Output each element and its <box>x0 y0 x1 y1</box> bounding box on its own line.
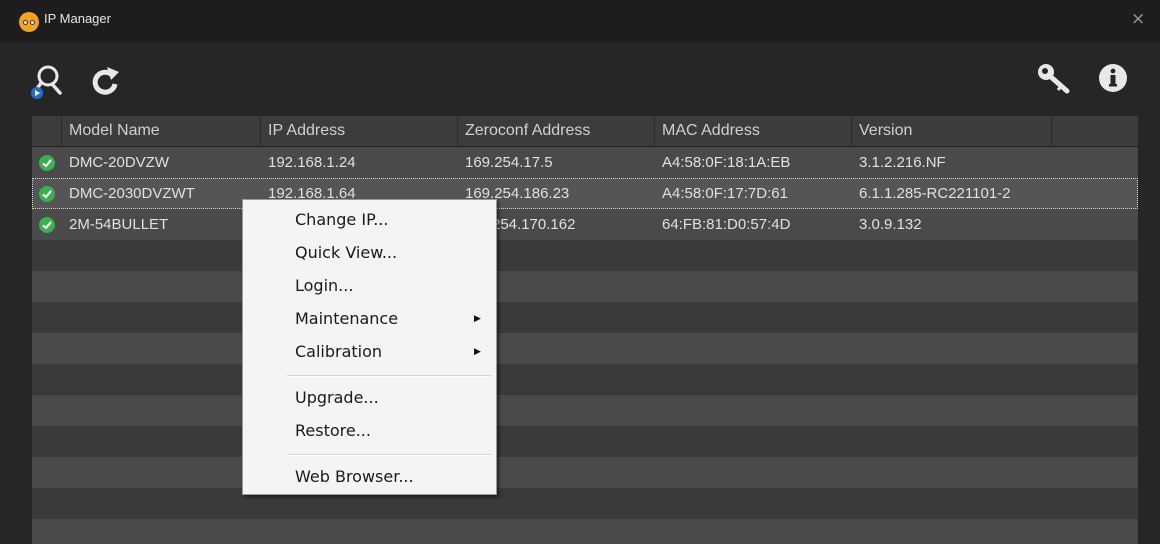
refresh-button[interactable] <box>89 64 121 98</box>
cell-mac-address: A4:58:0F:18:1A:EB <box>662 154 791 171</box>
header-model-name[interactable]: Model Name <box>62 116 261 146</box>
table-header: Model Name IP Address Zeroconf Address M… <box>32 116 1138 147</box>
menu-item-restore[interactable]: Restore... <box>243 416 496 446</box>
refresh-icon <box>92 67 119 95</box>
key-icon <box>1038 64 1070 94</box>
cell-version: 6.1.1.285-RC221101-2 <box>859 185 1011 202</box>
header-ip-address[interactable]: IP Address <box>261 116 458 146</box>
menu-item-change-ip[interactable]: Change IP... <box>243 205 496 235</box>
menu-item-upgrade[interactable]: Upgrade... <box>243 383 496 413</box>
app-logo-icon <box>19 12 39 32</box>
menu-item-label: Maintenance <box>295 309 399 328</box>
cell-mac-address: A4:58:0F:17:7D:61 <box>662 185 788 202</box>
empty-row <box>32 333 1138 364</box>
info-button[interactable] <box>1097 62 1129 94</box>
search-scan-icon <box>31 65 62 99</box>
empty-row <box>32 519 1138 544</box>
info-icon <box>1099 64 1127 92</box>
header-status-column <box>32 116 62 146</box>
key-button[interactable] <box>1034 60 1074 96</box>
ip-manager-window: IP Manager × Model Name IP Address Zeroc… <box>0 0 1160 544</box>
status-ok-icon <box>39 155 55 171</box>
empty-row <box>32 395 1138 426</box>
empty-row <box>32 364 1138 395</box>
context-menu: Change IP... Quick View... Login... Main… <box>242 199 497 495</box>
empty-row <box>32 426 1138 457</box>
table-row[interactable]: 2M-54BULLET 254.170.162 64:FB:81:D0:57:4… <box>32 209 1138 240</box>
cell-version: 3.1.2.216.NF <box>859 154 946 171</box>
submenu-arrow-icon: ▶ <box>474 347 481 357</box>
close-icon[interactable]: × <box>1131 9 1145 29</box>
header-zeroconf-address[interactable]: Zeroconf Address <box>458 116 655 146</box>
cell-mac-address: 64:FB:81:D0:57:4D <box>662 216 791 233</box>
menu-item-calibration[interactable]: Calibration ▶ <box>243 337 496 367</box>
cell-model-name: 2M-54BULLET <box>69 216 169 233</box>
empty-row <box>32 457 1138 488</box>
cell-version: 3.0.9.132 <box>859 216 922 233</box>
toolbar <box>0 42 1160 114</box>
table-row-selected[interactable]: DMC-2030DVZWT 192.168.1.64 169.254.186.2… <box>32 178 1138 209</box>
cell-model-name: DMC-20DVZW <box>69 154 169 171</box>
menu-item-quick-view[interactable]: Quick View... <box>243 238 496 268</box>
header-version[interactable]: Version <box>852 116 1052 146</box>
menu-item-maintenance[interactable]: Maintenance ▶ <box>243 304 496 334</box>
status-ok-icon <box>39 217 55 233</box>
menu-separator <box>287 454 491 456</box>
empty-row <box>32 240 1138 271</box>
cell-zeroconf-address: 169.254.17.5 <box>465 154 553 171</box>
menu-separator <box>287 375 491 377</box>
menu-item-login[interactable]: Login... <box>243 271 496 301</box>
status-ok-icon <box>39 186 55 202</box>
cell-ip-address: 192.168.1.24 <box>268 154 356 171</box>
header-mac-address[interactable]: MAC Address <box>655 116 852 146</box>
table-row[interactable]: DMC-20DVZW 192.168.1.24 169.254.17.5 A4:… <box>32 147 1138 178</box>
search-devices-button[interactable] <box>27 62 67 102</box>
empty-row <box>32 271 1138 302</box>
menu-item-label: Calibration <box>295 342 383 361</box>
device-table: Model Name IP Address Zeroconf Address M… <box>32 116 1138 544</box>
cell-model-name: DMC-2030DVZWT <box>69 185 195 202</box>
submenu-arrow-icon: ▶ <box>474 314 481 324</box>
cell-zeroconf-address: 254.170.162 <box>492 216 576 233</box>
menu-item-web-browser[interactable]: Web Browser... <box>243 462 496 492</box>
header-filler <box>1052 116 1138 146</box>
window-title: IP Manager <box>44 11 111 26</box>
empty-row <box>32 302 1138 333</box>
title-bar[interactable]: IP Manager × <box>0 0 1160 42</box>
empty-row <box>32 488 1138 519</box>
